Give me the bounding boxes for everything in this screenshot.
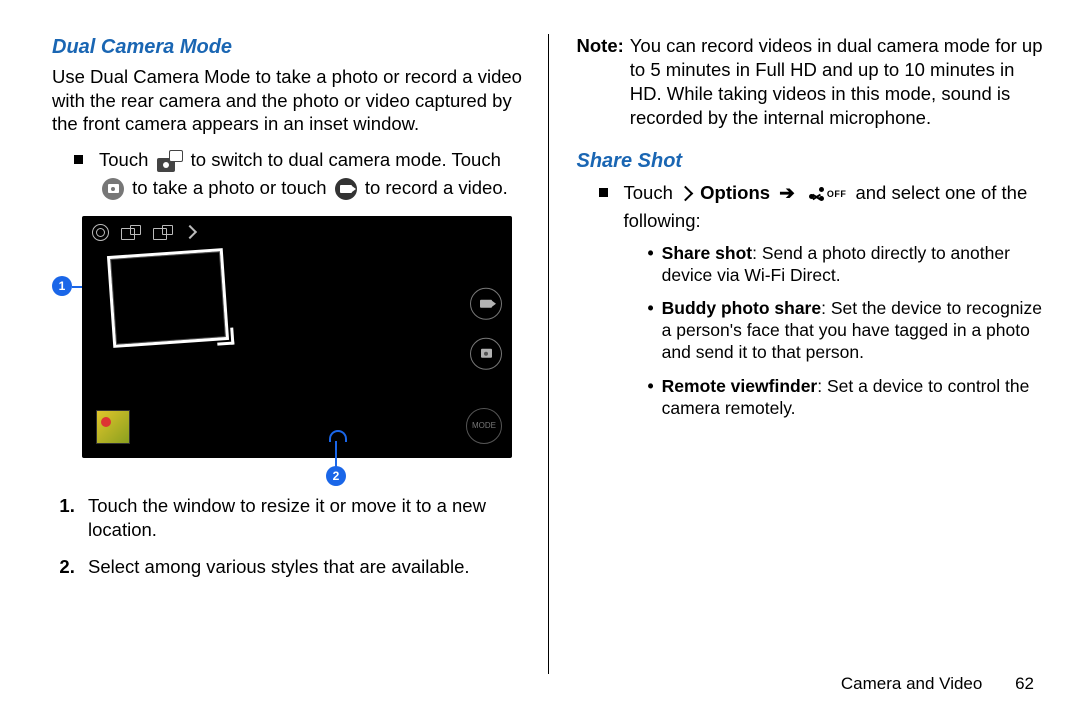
page-number: 62 [1015, 674, 1034, 693]
bullet-dot-icon: • [648, 243, 654, 287]
txt-touch: Touch [624, 182, 673, 203]
chevron-right-icon [183, 225, 197, 239]
intro-text: Use Dual Camera Mode to take a photo or … [52, 65, 530, 136]
option-remote-viewfinder: • Remote viewfinder: Set a device to con… [648, 376, 1045, 420]
square-bullet-icon [74, 155, 83, 164]
pip-window [107, 248, 229, 348]
settings-icon [92, 224, 109, 241]
instruction-bullet: Touch to switch to dual camera mode. Tou… [74, 146, 530, 202]
arrow-right-icon: ➔ [779, 179, 795, 207]
page-footer: Camera and Video 62 [841, 674, 1034, 694]
note-block: Note: You can record videos in dual came… [577, 34, 1045, 130]
bullet-dot-icon: • [648, 298, 654, 364]
callout-2: 2 [326, 466, 346, 486]
instruction-text: Touch to switch to dual camera mode. Tou… [99, 146, 530, 202]
option-share-shot: • Share shot: Send a photo directly to a… [648, 243, 1045, 287]
section-name: Camera and Video [841, 674, 982, 693]
dual-camera-icon [157, 150, 183, 172]
opt-lead: Buddy photo share [662, 298, 821, 318]
right-column: Note: You can record videos in dual came… [549, 34, 1045, 700]
manual-page: Dual Camera Mode Use Dual Camera Mode to… [0, 0, 1080, 720]
gallery-thumbnail-icon [96, 410, 130, 444]
step-1: Touch the window to resize it or move it… [80, 494, 530, 544]
share-off-icon: OFF [808, 186, 847, 202]
video-record-icon [335, 178, 357, 200]
dual-camera-toggle-icon-2 [153, 225, 173, 240]
opt-lead: Share shot [662, 243, 752, 263]
callout-2-line [335, 441, 337, 467]
camera-shutter-icon [102, 178, 124, 200]
off-text: OFF [827, 188, 847, 202]
txt-a: Touch [99, 149, 148, 170]
camera-topbar [92, 224, 195, 241]
camera-viewfinder: MODE [82, 216, 512, 458]
numbered-steps: Touch the window to resize it or move it… [58, 494, 530, 581]
share-options-list: • Share shot: Send a photo directly to a… [648, 243, 1045, 420]
share-instruction-text: Touch Options ➔ OFF and select one of th… [624, 179, 1045, 432]
capture-buttons [470, 287, 502, 369]
heading-share-shot: Share Shot [577, 150, 1045, 173]
camera-screenshot-figure: 1 MODE 2 [52, 216, 530, 458]
bullet-dot-icon: • [648, 376, 654, 420]
note-label: Note: [577, 34, 624, 130]
square-bullet-icon [599, 188, 608, 197]
mode-button-icon: MODE [466, 408, 502, 444]
callout-1: 1 [52, 276, 72, 296]
txt-b: to switch to dual camera mode. Touch [191, 149, 501, 170]
note-body: You can record videos in dual camera mod… [630, 34, 1044, 130]
option-buddy-share: • Buddy photo share: Set the device to r… [648, 298, 1045, 364]
chevron-right-icon [678, 186, 694, 202]
share-instruction: Touch Options ➔ OFF and select one of th… [599, 179, 1045, 432]
left-column: Dual Camera Mode Use Dual Camera Mode to… [52, 34, 548, 700]
txt-d: to record a video. [365, 177, 508, 198]
txt-c: to take a photo or touch [132, 177, 326, 198]
video-button-icon [470, 287, 502, 319]
heading-dual-camera: Dual Camera Mode [52, 36, 530, 59]
photo-button-icon [470, 337, 502, 369]
options-label: Options [700, 182, 770, 203]
step-2: Select among various styles that are ava… [80, 555, 530, 580]
dual-camera-toggle-icon [121, 225, 141, 240]
opt-lead: Remote viewfinder [662, 376, 818, 396]
